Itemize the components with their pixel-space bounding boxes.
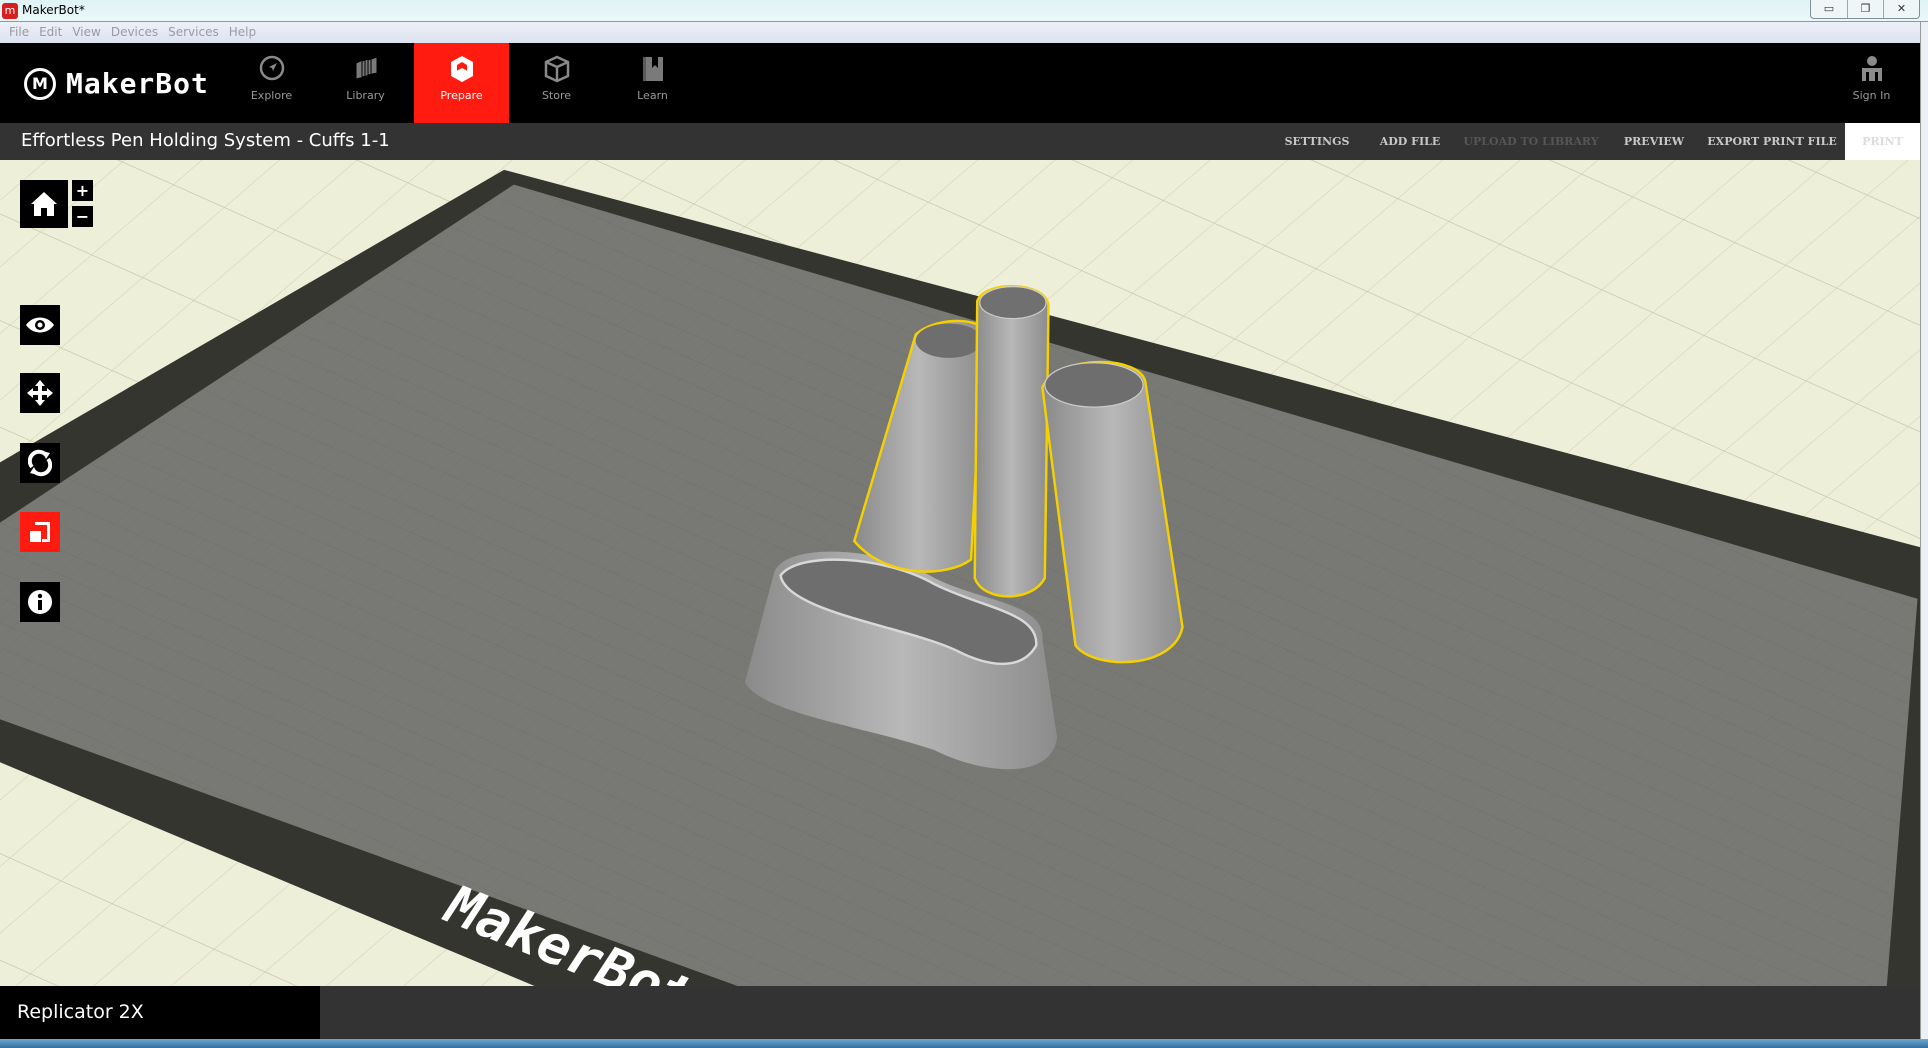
makerbot-app-icon: m [2, 3, 18, 19]
model-tube-center[interactable] [973, 284, 1050, 598]
zoom-out-button[interactable]: − [72, 206, 93, 227]
makerbot-logo: M MakerBot [24, 67, 209, 100]
main-nav: M MakerBot Explore Library Prepare Store… [0, 43, 1920, 123]
upload-to-library-button[interactable]: UPLOAD TO LIBRARY [1463, 123, 1598, 160]
rotate-icon [28, 449, 52, 477]
home-view-button[interactable] [20, 180, 68, 228]
settings-button[interactable]: SETTINGS [1285, 123, 1350, 160]
close-button[interactable]: ✕ [1883, 0, 1919, 18]
scale-button[interactable] [20, 512, 60, 552]
document-title: Effortless Pen Holding System - Cuffs 1-… [21, 130, 390, 151]
view-button[interactable] [20, 305, 60, 345]
window-title: MakerBot* [22, 3, 85, 17]
status-bar: Replicator 2X [0, 986, 1920, 1039]
user-icon [1861, 56, 1882, 81]
nav-label: Explore [250, 89, 293, 102]
print-button[interactable]: PRINT [1845, 123, 1920, 160]
rotate-button[interactable] [20, 443, 60, 483]
menu-devices[interactable]: Devices [108, 22, 165, 43]
box-icon [544, 55, 569, 83]
move-button[interactable] [20, 373, 60, 413]
book-icon [642, 57, 663, 81]
prepare-icon [450, 56, 473, 82]
nav-label: Store [541, 89, 572, 102]
build-plate-scene[interactable]: MakerBot [0, 160, 1920, 986]
nav-label: Library [346, 89, 385, 102]
printer-selector[interactable]: Replicator 2X [0, 986, 320, 1039]
nav-library[interactable]: Library [318, 43, 413, 123]
3d-viewport[interactable]: MakerBot + − [0, 160, 1920, 986]
menu-view[interactable]: View [69, 22, 107, 43]
logo-text: MakerBot [66, 67, 209, 100]
os-taskbar [0, 1039, 1928, 1048]
home-icon [31, 192, 57, 216]
menu-help[interactable]: Help [226, 22, 263, 43]
zoom-in-button[interactable]: + [72, 180, 93, 201]
window-title-bar: m MakerBot* ▭ ❐ ✕ [0, 0, 1928, 22]
add-file-button[interactable]: ADD FILE [1380, 123, 1441, 160]
window-edge [1920, 22, 1928, 1039]
nav-prepare[interactable]: Prepare [414, 43, 509, 123]
minimize-button[interactable]: ▭ [1811, 0, 1847, 18]
menu-bar: File Edit View Devices Services Help [0, 22, 1920, 43]
menu-file[interactable]: File [6, 22, 36, 43]
export-print-file-button[interactable]: EXPORT PRINT FILE [1707, 123, 1836, 160]
info-icon [28, 590, 52, 614]
nav-label: Learn [637, 89, 668, 102]
sign-in-label: Sign In [1852, 89, 1891, 102]
restore-button[interactable]: ❐ [1847, 0, 1883, 18]
library-icon [355, 56, 377, 80]
compass-icon [259, 55, 284, 81]
menu-edit[interactable]: Edit [36, 22, 69, 43]
scale-icon [30, 522, 50, 542]
makerbot-logo-icon: M [24, 67, 56, 100]
menu-services[interactable]: Services [165, 22, 226, 43]
sign-in-button[interactable]: Sign In [1824, 43, 1919, 123]
preview-button[interactable]: PREVIEW [1624, 123, 1684, 160]
nav-explore[interactable]: Explore [224, 43, 319, 123]
info-button[interactable] [20, 582, 60, 622]
nav-learn[interactable]: Learn [605, 43, 700, 123]
move-arrows-icon [27, 380, 53, 406]
nav-label: Prepare [440, 89, 483, 102]
document-toolbar: Effortless Pen Holding System - Cuffs 1-… [0, 123, 1920, 160]
eye-icon [26, 317, 54, 333]
nav-store[interactable]: Store [509, 43, 604, 123]
